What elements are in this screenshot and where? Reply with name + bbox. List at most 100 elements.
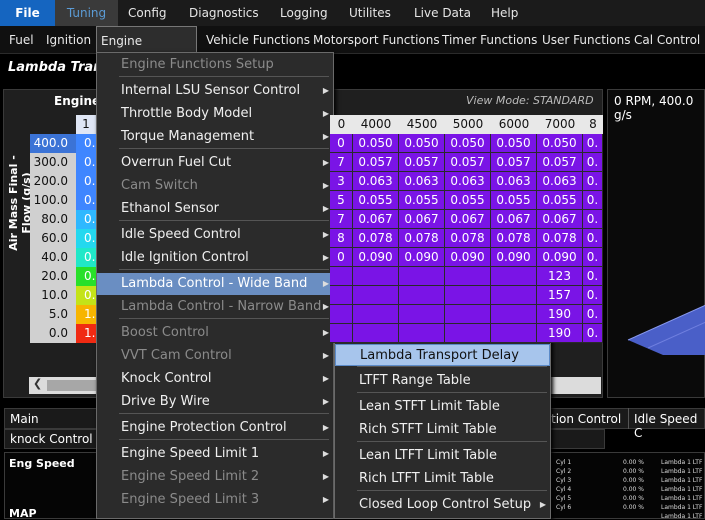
- scroll-left-icon[interactable]: ❮: [33, 377, 42, 390]
- table-cell[interactable]: 3: [330, 172, 353, 191]
- tab-knock-control[interactable]: knock Control: [10, 432, 93, 446]
- table-cell[interactable]: 0.: [583, 229, 603, 248]
- lambda-menu-item[interactable]: LTFT Range Table: [335, 370, 550, 392]
- lambda-menu-item[interactable]: Rich LTFT Limit Table: [335, 468, 550, 490]
- table-cell[interactable]: 0.050: [537, 134, 583, 153]
- table-cell[interactable]: [445, 305, 491, 324]
- table-cell[interactable]: 0.063: [537, 172, 583, 191]
- table-cell[interactable]: 7: [330, 210, 353, 229]
- table-cell[interactable]: 1.: [76, 305, 96, 324]
- table-cell[interactable]: 0.: [76, 286, 96, 305]
- table-cell[interactable]: 0.050: [399, 134, 445, 153]
- table-cell[interactable]: 0.090: [399, 248, 445, 267]
- lambda-menu-item[interactable]: Lambda Transport Delay: [335, 344, 550, 366]
- table-cell[interactable]: 0.: [76, 134, 96, 153]
- utilites-menu[interactable]: Utilites: [349, 0, 391, 26]
- table-cell[interactable]: 190: [537, 324, 583, 343]
- table-cell[interactable]: [491, 267, 537, 286]
- table-cell[interactable]: 0.057: [445, 153, 491, 172]
- table-cell[interactable]: 0.057: [491, 153, 537, 172]
- table-cell[interactable]: 0.063: [491, 172, 537, 191]
- table-cell[interactable]: 0: [330, 134, 353, 153]
- table-cell[interactable]: 0.067: [445, 210, 491, 229]
- tab-idle-speed-control[interactable]: Idle Speed C: [634, 412, 704, 440]
- table-cell[interactable]: 0.: [76, 191, 96, 210]
- tuning-menu[interactable]: Tuning: [55, 0, 118, 26]
- table-cell[interactable]: [330, 324, 353, 343]
- engine-menu-item[interactable]: Torque Management ▶: [97, 126, 333, 148]
- lambda-menu-item[interactable]: Rich STFT Limit Table: [335, 419, 550, 441]
- table-cell[interactable]: 0.: [76, 248, 96, 267]
- table-cell[interactable]: 0.: [76, 153, 96, 172]
- engine-menu-item[interactable]: Drive By Wire ▶: [97, 391, 333, 413]
- table-cell[interactable]: 0.: [583, 267, 603, 286]
- table-cell[interactable]: [491, 305, 537, 324]
- table-cell[interactable]: 0.090: [491, 248, 537, 267]
- table-cell[interactable]: 0.067: [537, 210, 583, 229]
- table-cell[interactable]: 0.063: [445, 172, 491, 191]
- config-menu[interactable]: Config: [128, 0, 167, 26]
- table-cell[interactable]: [399, 324, 445, 343]
- table-cell[interactable]: 1.: [76, 324, 96, 343]
- lambda-menu-item[interactable]: Lean STFT Limit Table: [335, 396, 550, 418]
- table-cell[interactable]: 0.050: [353, 134, 399, 153]
- table-cell[interactable]: 0.078: [537, 229, 583, 248]
- table-cell[interactable]: [330, 286, 353, 305]
- table-cell[interactable]: 0.: [76, 210, 96, 229]
- table-cell[interactable]: 8: [330, 229, 353, 248]
- table-cell[interactable]: 0.050: [491, 134, 537, 153]
- table-cell[interactable]: [399, 305, 445, 324]
- table-cell[interactable]: 0.078: [445, 229, 491, 248]
- motorsport-functions-menu[interactable]: Motorsport Functions: [313, 26, 440, 54]
- table-cell[interactable]: [445, 286, 491, 305]
- table-cell[interactable]: 0.078: [353, 229, 399, 248]
- table-cell[interactable]: 0.: [583, 153, 603, 172]
- help-menu[interactable]: Help: [491, 0, 518, 26]
- table-cell[interactable]: 0.: [76, 229, 96, 248]
- table-cell[interactable]: [330, 267, 353, 286]
- table-cell[interactable]: 0.: [76, 172, 96, 191]
- table-cell[interactable]: 0.: [583, 305, 603, 324]
- table-cell[interactable]: 0.: [583, 324, 603, 343]
- table-cell[interactable]: 0.: [583, 210, 603, 229]
- ignition-menu[interactable]: Ignition: [46, 26, 91, 54]
- engine-menu-item[interactable]: Lambda Control - Wide Band ▶: [97, 273, 333, 295]
- engine-menu-item[interactable]: Idle Ignition Control ▶: [97, 247, 333, 269]
- table-cell[interactable]: 0.055: [399, 191, 445, 210]
- lambda-menu-item[interactable]: Closed Loop Control Setup ▶: [335, 494, 550, 516]
- engine-menu-item[interactable]: Engine Functions Setup: [97, 54, 333, 76]
- table-cell[interactable]: [445, 324, 491, 343]
- table-cell[interactable]: [353, 324, 399, 343]
- file-menu[interactable]: File: [0, 0, 55, 26]
- engine-functions-menu[interactable]: Engine Functions: [96, 26, 197, 76]
- table-cell[interactable]: 0.078: [399, 229, 445, 248]
- engine-menu-item[interactable]: Idle Speed Control ▶: [97, 224, 333, 246]
- vehicle-functions-menu[interactable]: Vehicle Functions: [206, 26, 310, 54]
- timer-functions-menu[interactable]: Timer Functions: [442, 26, 537, 54]
- table-cell[interactable]: 7: [330, 153, 353, 172]
- table-cell[interactable]: [491, 324, 537, 343]
- table-cell[interactable]: 5: [330, 191, 353, 210]
- table-cell[interactable]: 0.: [583, 134, 603, 153]
- table-cell[interactable]: 0.090: [537, 248, 583, 267]
- table-cell[interactable]: 0.090: [353, 248, 399, 267]
- table-cell[interactable]: 0.: [583, 191, 603, 210]
- table-cell[interactable]: 0.: [583, 172, 603, 191]
- engine-menu-item[interactable]: Cam Switch ▶: [97, 175, 333, 197]
- table-cell[interactable]: 0.: [583, 248, 603, 267]
- live-data-menu[interactable]: Live Data: [414, 0, 471, 26]
- diagnostics-menu[interactable]: Diagnostics: [189, 0, 259, 26]
- engine-menu-item[interactable]: Boost Control ▶: [97, 322, 333, 344]
- table-cell[interactable]: 0.055: [445, 191, 491, 210]
- table-cell[interactable]: [330, 305, 353, 324]
- tab-lambda-control[interactable]: tion Control: [551, 412, 621, 426]
- table-cell[interactable]: [353, 267, 399, 286]
- table-cell[interactable]: 0.067: [491, 210, 537, 229]
- engine-menu-item[interactable]: Ethanol Sensor ▶: [97, 198, 333, 220]
- table-cell[interactable]: 157: [537, 286, 583, 305]
- table-cell[interactable]: [491, 286, 537, 305]
- table-cell[interactable]: [399, 267, 445, 286]
- engine-menu-item[interactable]: Engine Protection Control ▶: [97, 417, 333, 439]
- table-cell[interactable]: 0.057: [399, 153, 445, 172]
- table-cell[interactable]: 0.063: [353, 172, 399, 191]
